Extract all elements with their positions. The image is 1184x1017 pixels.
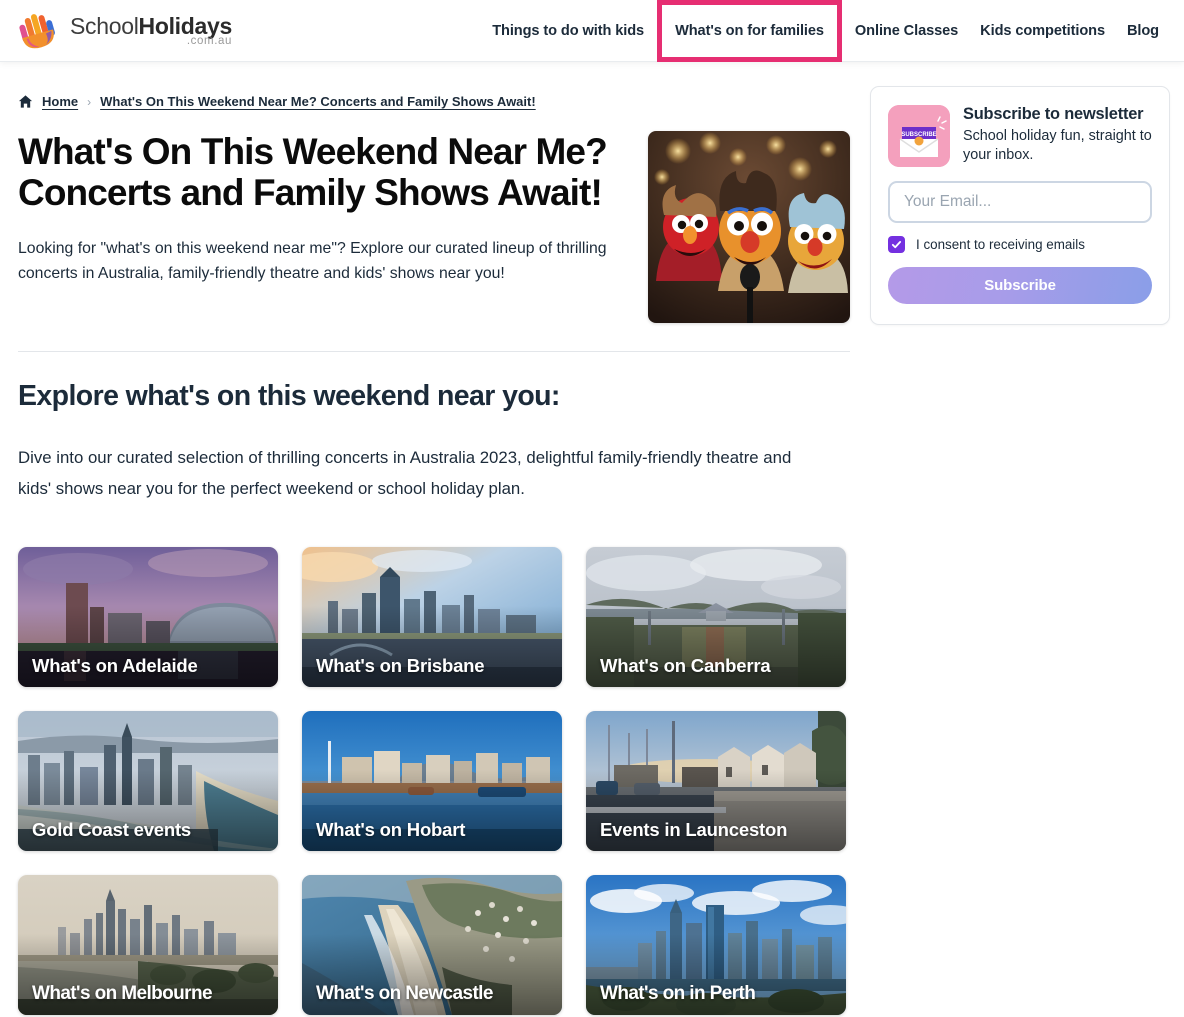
city-card-perth[interactable]: What's on in Perth (586, 875, 846, 1015)
main-content: Home › What's On This Weekend Near Me? C… (0, 62, 850, 1015)
consent-checkbox[interactable] (888, 236, 905, 253)
newsletter-header: SUBSCRIBE Subscribe to newsletter School… (888, 105, 1152, 167)
hero-section: What's On This Weekend Near Me? Concerts… (18, 131, 850, 323)
newsletter-title: Subscribe to newsletter (963, 105, 1152, 124)
city-card-newcastle[interactable]: What's on Newcastle (302, 875, 562, 1015)
home-icon (18, 94, 33, 109)
breadcrumb-home-link[interactable]: Home (42, 94, 78, 109)
city-card-label: What's on Adelaide (32, 655, 198, 677)
consent-row: I consent to receiving emails (888, 236, 1152, 253)
city-card-adelaide[interactable]: What's on Adelaide (18, 547, 278, 687)
city-card-label: Events in Launceston (600, 819, 787, 841)
city-card-melbourne[interactable]: What's on Melbourne (18, 875, 278, 1015)
city-card-label: What's on Hobart (316, 819, 465, 841)
city-card-canberra[interactable]: What's on Canberra (586, 547, 846, 687)
city-card-label: Gold Coast events (32, 819, 191, 841)
nav-item-whats-on-for-families[interactable]: What's on for families (657, 0, 842, 62)
email-input[interactable] (888, 181, 1152, 223)
subscribe-button[interactable]: Subscribe (888, 267, 1152, 304)
logo-wordmark: SchoolHolidays .com.au (70, 15, 232, 48)
site-logo[interactable]: SchoolHolidays .com.au (18, 11, 232, 51)
city-card-grid: What's on Adelaide (18, 547, 850, 1015)
breadcrumb-separator: › (87, 95, 91, 109)
city-card-launceston[interactable]: Events in Launceston (586, 711, 846, 851)
main-navigation: Things to do with kids What's on for fam… (481, 0, 1170, 62)
section-title: Explore what's on this weekend near you: (18, 380, 850, 413)
newsletter-text: Subscribe to newsletter School holiday f… (963, 105, 1152, 165)
city-card-label: What's on Melbourne (32, 983, 212, 1005)
nav-item-kids-competitions[interactable]: Kids competitions (969, 23, 1116, 39)
breadcrumb: Home › What's On This Weekend Near Me? C… (18, 94, 850, 109)
content-divider (18, 351, 850, 352)
page-body: Home › What's On This Weekend Near Me? C… (0, 62, 1184, 1015)
newsletter-card: SUBSCRIBE Subscribe to newsletter School… (870, 86, 1170, 325)
city-card-gold-coast[interactable]: Gold Coast events (18, 711, 278, 851)
city-card-label: What's on in Perth (600, 983, 755, 1005)
city-card-label: What's on Brisbane (316, 655, 484, 677)
hero-image-puppets (648, 131, 850, 323)
page-title: What's On This Weekend Near Me? Concerts… (18, 131, 624, 214)
hand-logo-icon (18, 11, 62, 51)
city-card-label: What's on Newcastle (316, 983, 493, 1005)
sidebar: SUBSCRIBE Subscribe to newsletter School… (870, 86, 1170, 325)
breadcrumb-current-page[interactable]: What's On This Weekend Near Me? Concerts… (100, 94, 536, 109)
consent-label: I consent to receiving emails (916, 237, 1085, 252)
city-card-label: What's on Canberra (600, 655, 770, 677)
newsletter-subtitle: School holiday fun, straight to your inb… (963, 127, 1152, 165)
nav-item-blog[interactable]: Blog (1116, 23, 1170, 39)
logo-word-light: School (70, 13, 139, 39)
hero-text: What's On This Weekend Near Me? Concerts… (18, 131, 624, 287)
nav-item-online-classes[interactable]: Online Classes (844, 23, 969, 39)
section-lede: Dive into our curated selection of thril… (18, 443, 818, 505)
subscribe-envelope-icon: SUBSCRIBE (888, 105, 950, 167)
nav-item-things-to-do[interactable]: Things to do with kids (481, 23, 655, 39)
site-header: SchoolHolidays .com.au Things to do with… (0, 0, 1184, 62)
city-card-hobart[interactable]: What's on Hobart (302, 711, 562, 851)
hero-lede: Looking for "what's on this weekend near… (18, 236, 618, 287)
city-card-brisbane[interactable]: What's on Brisbane (302, 547, 562, 687)
